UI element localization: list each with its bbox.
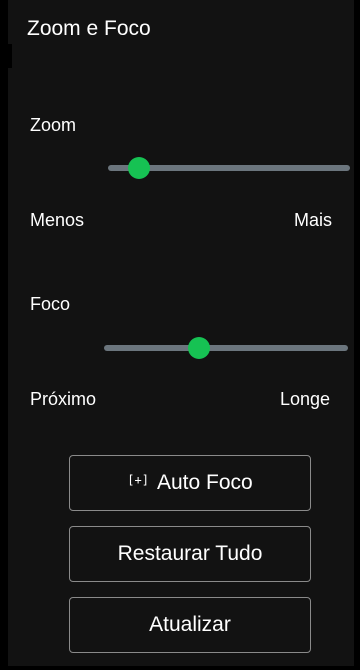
zoom-max-label: Mais	[294, 210, 333, 230]
auto-focus-button-label: Auto Foco	[156, 471, 253, 494]
zoom-label: Zoom	[30, 115, 77, 135]
panel-title: Zoom e Foco	[27, 17, 151, 40]
panel-edge-mark	[8, 44, 12, 68]
focus-max-label: Longe	[280, 389, 331, 409]
restore-all-button-label: Restaurar Tudo	[117, 542, 263, 565]
scrollbar[interactable]	[354, 0, 360, 670]
focus-slider-track[interactable]	[104, 345, 348, 351]
focus-frame-icon: [+]	[127, 473, 149, 487]
refresh-button[interactable]: Atualizar	[69, 597, 311, 653]
focus-min-label: Próximo	[30, 389, 97, 409]
zoom-slider[interactable]	[108, 157, 350, 179]
focus-slider-thumb[interactable]	[188, 337, 211, 359]
focus-label: Foco	[30, 294, 71, 314]
zoom-slider-thumb[interactable]	[128, 157, 151, 179]
restore-all-button[interactable]: Restaurar Tudo	[69, 526, 311, 582]
auto-focus-button[interactable]: [+] Auto Foco	[69, 455, 311, 511]
zoom-min-label: Menos	[30, 210, 85, 230]
refresh-button-label: Atualizar	[149, 613, 231, 636]
focus-slider[interactable]	[104, 337, 348, 359]
